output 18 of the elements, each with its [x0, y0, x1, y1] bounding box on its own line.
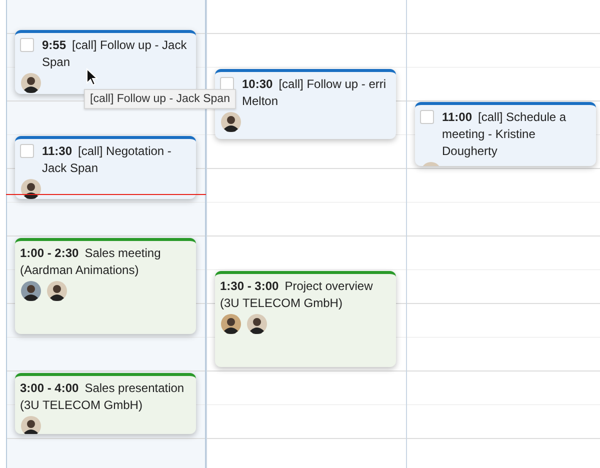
task-checkbox[interactable] [420, 110, 434, 124]
event-title: 10:30 [call] Follow up - erri Melton [242, 76, 388, 110]
event-title: 1:30 - 3:00 Project overview (3U TELECOM GmbH) [220, 278, 374, 312]
tooltip: [call] Follow up - Jack Span [84, 89, 236, 109]
meeting-event-card[interactable]: 1:30 - 3:00 Project overview (3U TELECOM GmbH) [215, 271, 396, 367]
event-title: 1:00 - 2:30 Sales meeting (Aardman Animations) [20, 245, 162, 279]
task-event-card[interactable]: 11:00 [call] Schedule a meeting - Kristine Dougherty [415, 102, 596, 166]
meeting-event-card[interactable]: 3:00 - 4:00 Sales presentation (3U TELECOM GmbH) [15, 373, 196, 434]
task-checkbox[interactable] [20, 144, 34, 158]
event-title: 3:00 - 4:00 Sales presentation (3U TELECOM GmbH) [20, 380, 186, 414]
task-checkbox[interactable] [20, 38, 34, 52]
task-event-card[interactable]: 9:55 [call] Follow up - Jack Span [15, 30, 196, 94]
mouse-pointer-icon [86, 68, 98, 86]
event-title: 11:30 [call] Negotation - Jack Span [42, 143, 172, 177]
task-event-card[interactable]: 11:30 [call] Negotation - Jack Span [15, 136, 196, 199]
event-title: 11:00 [call] Schedule a meeting - Kristine Dougherty [442, 109, 568, 160]
event-title: 9:55 [call] Follow up - Jack Span [42, 37, 188, 71]
meeting-event-card[interactable]: 1:00 - 2:30 Sales meeting (Aardman Animations) [15, 238, 196, 334]
